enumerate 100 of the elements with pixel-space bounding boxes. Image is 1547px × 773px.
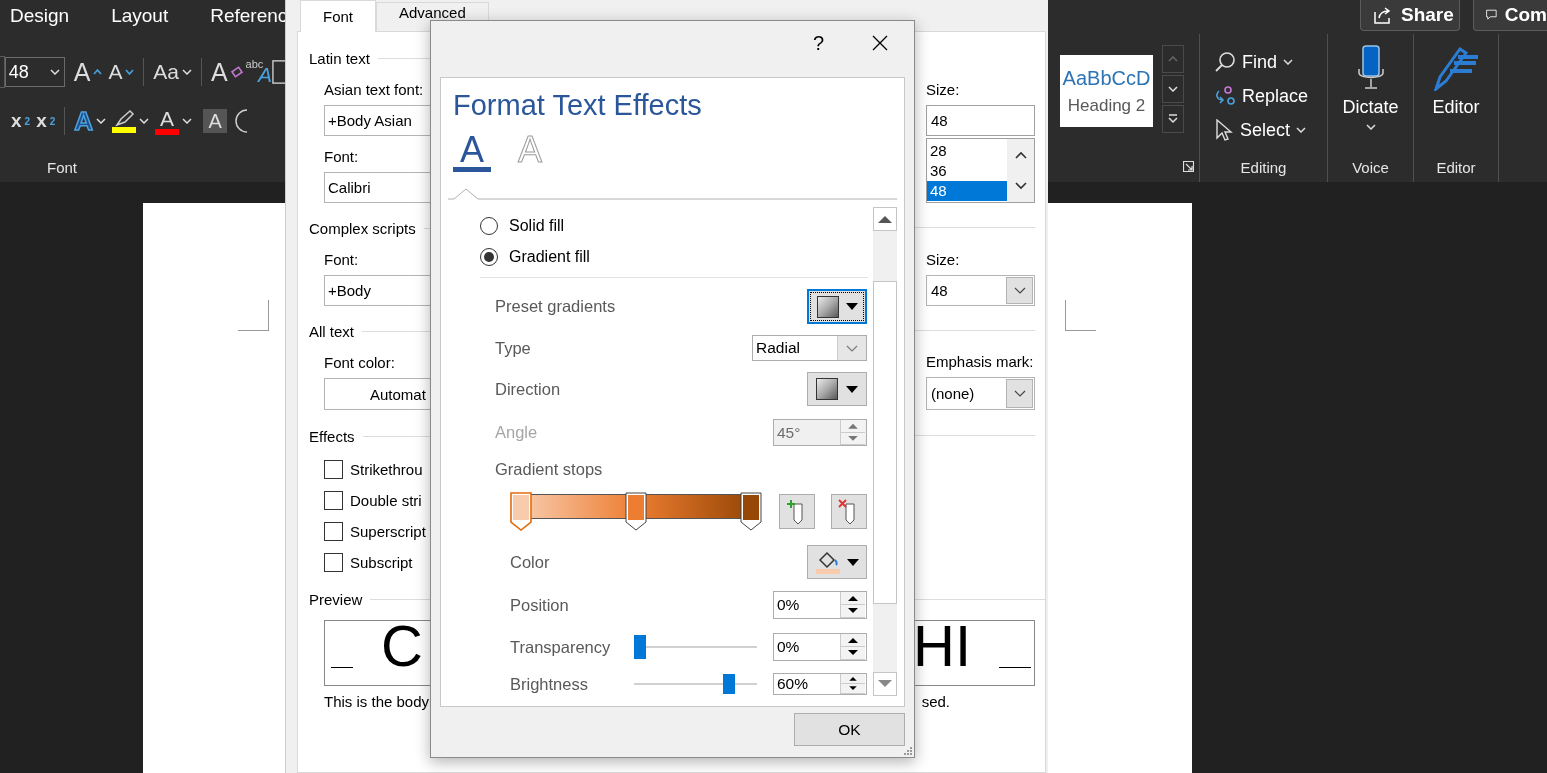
ribbon-tab[interactable]: Design [10, 5, 70, 32]
size-list[interactable]: 28 36 48 [926, 138, 1035, 203]
preview-text: C [381, 624, 423, 668]
input-field[interactable]: 48 [926, 105, 1035, 136]
scrollbar-thumb[interactable] [873, 281, 897, 604]
comments-button[interactable]: Com [1473, 0, 1547, 31]
checkbox[interactable] [324, 521, 343, 541]
shading-button[interactable]: A [203, 109, 228, 133]
color-bar [112, 127, 137, 133]
caret-icon [845, 303, 858, 310]
dictate-button[interactable]: Dictate [1342, 34, 1399, 130]
section-heading: All text [309, 322, 354, 340]
field-label: Size: [925, 250, 960, 270]
text-fill-tab[interactable]: A [453, 132, 491, 172]
spin-box[interactable]: 0% [773, 591, 867, 619]
editor-button[interactable]: Editor [1432, 34, 1480, 118]
list-item[interactable]: 48 [927, 181, 1007, 201]
ribbon-button[interactable]: Replace [1214, 79, 1309, 113]
chevron-icon [1013, 287, 1026, 294]
field-label: Asian text font: [323, 80, 424, 100]
spin-box[interactable]: 60% [773, 673, 867, 695]
caret-up-icon [1168, 56, 1178, 62]
radio-label[interactable]: Gradient fill [509, 247, 590, 266]
checkbox-label[interactable]: Subscript [350, 553, 413, 571]
checkbox[interactable] [324, 490, 343, 510]
style-card[interactable]: AaBbCcD Heading 2 [1060, 55, 1153, 127]
chevron-icon [49, 69, 60, 75]
field-label: Font color: [323, 353, 395, 373]
gradient-stop[interactable] [625, 492, 647, 531]
group-label: Voice [1352, 160, 1389, 176]
shrink-font-button[interactable]: A [105, 56, 138, 88]
ribbon-tab[interactable]: Layout [111, 5, 169, 32]
field-label: Size: [925, 80, 960, 100]
preview-text: HI [913, 624, 971, 668]
option-label: Color [510, 552, 550, 572]
checkbox[interactable] [324, 552, 343, 572]
close-icon[interactable] [872, 35, 888, 51]
down-arrow-icon [878, 680, 892, 688]
launcher-icon[interactable] [1183, 161, 1194, 172]
resize-grip-icon[interactable] [903, 746, 913, 756]
caret-up-icon [93, 69, 103, 75]
font-size-field[interactable]: 48 [4, 57, 65, 87]
preset-gradients-button[interactable] [807, 289, 867, 324]
frame-icon[interactable] [272, 59, 285, 85]
chevron-icon [182, 69, 192, 75]
slider-thumb[interactable] [634, 635, 646, 659]
chevron-icon [846, 344, 858, 352]
section-heading: Effects [309, 427, 355, 445]
clear-formatting-button[interactable]: A [207, 56, 246, 88]
slider-thumb[interactable] [722, 674, 735, 694]
ribbon-button[interactable]: Select [1214, 113, 1307, 147]
list-item[interactable]: 36 [927, 161, 1007, 181]
chevron-icon [1168, 86, 1178, 92]
cursor-icon [1214, 119, 1234, 141]
superscript-button[interactable]: x$^{2}$ [33, 105, 59, 137]
option-label: Preset gradients [495, 297, 616, 316]
preview-note: This is the body [324, 693, 430, 710]
group-label: Editor [1436, 160, 1476, 176]
add-stop-button[interactable] [779, 494, 815, 529]
help-button[interactable]: ? [812, 31, 824, 55]
section-heading: Preview [309, 590, 363, 608]
gradient-stops-slider[interactable] [510, 492, 762, 531]
dropdown[interactable]: Radial [752, 335, 867, 361]
grow-font-button[interactable]: A [70, 56, 106, 88]
chevron-icon [1013, 390, 1026, 397]
caret-down-icon [125, 69, 135, 75]
caret-icon [846, 385, 858, 393]
font-color-button[interactable]: A [152, 105, 196, 137]
scrollbar[interactable] [873, 207, 897, 696]
checkbox-label[interactable]: Strikethrou [350, 460, 423, 478]
color-button[interactable] [807, 545, 867, 579]
dialog-tab[interactable]: Font [300, 0, 376, 32]
search-icon [1214, 51, 1236, 73]
ok-button[interactable]: OK [794, 713, 905, 746]
expand-icon [1168, 114, 1178, 124]
dropdown[interactable]: (none) [926, 377, 1035, 410]
radio-label[interactable]: Solid fill [509, 216, 565, 235]
gradient-stop[interactable] [740, 492, 762, 531]
checkbox[interactable] [324, 459, 343, 479]
option-label: Type [495, 338, 531, 358]
spin-box[interactable]: 0% [773, 633, 867, 661]
remove-stop-button[interactable] [831, 494, 867, 529]
scroll-down-button[interactable] [1162, 75, 1184, 103]
eraser-icon [230, 66, 243, 78]
ribbon-button[interactable]: Find [1214, 45, 1293, 79]
more-styles-button[interactable] [1162, 105, 1184, 133]
chevron-icon [96, 118, 107, 124]
list-item[interactable]: 28 [927, 141, 1007, 161]
option-label: Angle [495, 423, 538, 442]
checkbox-label[interactable]: Superscript [350, 522, 426, 540]
checkbox-label[interactable]: Double stri [350, 491, 422, 509]
direction-button[interactable] [807, 372, 867, 406]
change-case-button[interactable]: Aa [150, 56, 195, 88]
pane-title: Format Text Effects [453, 90, 702, 120]
section-heading: Latin text [309, 49, 370, 67]
option-label: Gradient stops [495, 459, 603, 479]
field-label: Font: [323, 147, 359, 167]
ribbon-tab[interactable]: Referenc [210, 5, 288, 32]
share-button[interactable]: Share [1360, 0, 1460, 31]
dropdown[interactable]: 48 [926, 275, 1035, 306]
